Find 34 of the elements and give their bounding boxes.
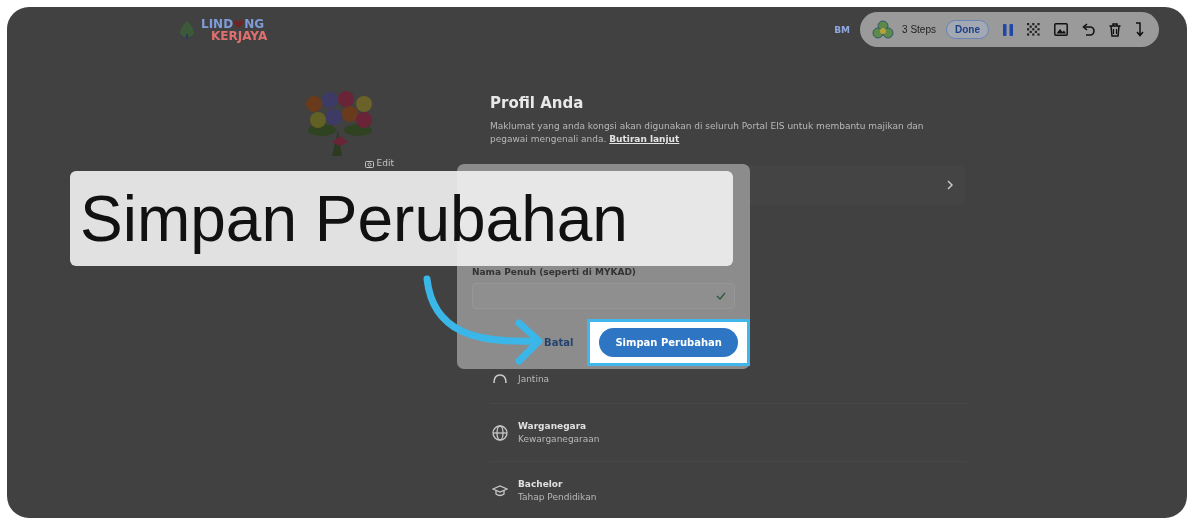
logo-text: NG xyxy=(244,17,265,30)
image-icon[interactable] xyxy=(1054,23,1068,36)
cancel-button[interactable]: Batal xyxy=(540,333,578,352)
step-count: 3 Steps xyxy=(902,24,936,35)
chevron-right-icon xyxy=(947,180,953,190)
row-title: Warganegara xyxy=(518,419,588,433)
done-button[interactable]: Done xyxy=(946,20,989,39)
blur-icon[interactable] xyxy=(1027,23,1040,36)
trefoil-logo-icon xyxy=(872,19,895,40)
save-button[interactable]: Simpan Perubahan xyxy=(599,328,738,357)
logo-subtext: KERJAYA xyxy=(210,29,268,42)
details-link[interactable]: Butiran lanjut xyxy=(609,134,680,144)
user-initials: BM xyxy=(834,24,851,35)
arrow-down-icon[interactable] xyxy=(1135,22,1145,37)
row-subtitle: Jantina xyxy=(518,373,550,386)
row-subtitle: Tahap Pendidikan xyxy=(518,490,597,504)
heart-icon xyxy=(233,18,245,29)
edit-photo-link[interactable]: Edit xyxy=(364,158,394,169)
tree-logo-icon xyxy=(177,19,197,40)
logo-text: LIND xyxy=(201,17,234,30)
globe-icon xyxy=(492,424,508,441)
trash-icon[interactable] xyxy=(1109,22,1121,37)
field-label: Nama Penuh (seperti di MYKAD) xyxy=(472,267,637,277)
name-input-field[interactable] xyxy=(472,283,735,309)
row-subtitle: Kewarganegaraan xyxy=(518,432,600,446)
undo-icon[interactable] xyxy=(1082,23,1095,36)
profile-description: Maklumat yang anda kongsi akan digunakan di seluruh Portal EIS untuk membantu majikan dan pegawai mengenali anda. Butiran lanjut xyxy=(490,120,925,146)
pause-icon[interactable] xyxy=(1003,23,1013,36)
row-title: Bachelor xyxy=(518,477,564,491)
graduation-cap-icon xyxy=(492,483,508,498)
page-title: Profil Anda xyxy=(490,94,585,112)
caption-text: Simpan Perubahan xyxy=(70,171,733,266)
camera-icon xyxy=(364,159,374,168)
check-icon xyxy=(716,292,726,300)
